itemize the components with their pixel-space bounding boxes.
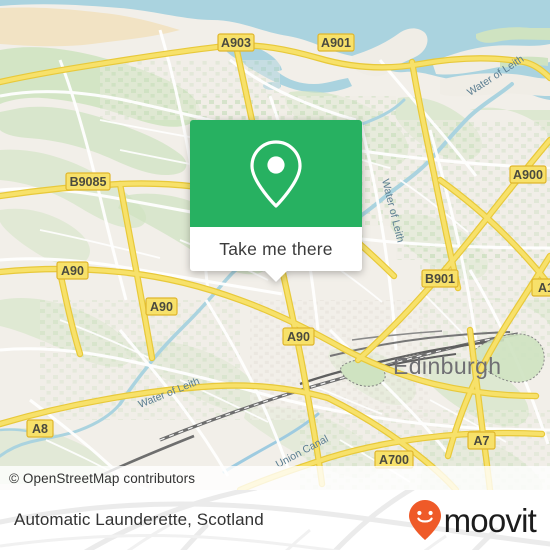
svg-text:A90: A90 — [287, 330, 310, 344]
road-shield: A903 — [217, 33, 255, 52]
popup-action-bar[interactable]: Take me there — [190, 227, 362, 282]
svg-text:A1: A1 — [538, 281, 550, 295]
attribution-text: © OpenStreetMap contributors — [9, 470, 196, 486]
road-shield: A90 — [145, 297, 178, 316]
place-caption: Automatic Launderette, Scotland — [14, 510, 264, 529]
road-shield: A900 — [509, 165, 547, 184]
popup-pointer — [265, 271, 287, 282]
road-shield: A7 — [467, 431, 496, 450]
popup-image-area — [190, 120, 362, 227]
svg-text:B9085: B9085 — [70, 175, 107, 189]
svg-text:A903: A903 — [221, 36, 251, 50]
map-popup-card[interactable]: Take me there — [190, 120, 362, 282]
moovit-wordmark: moovit — [443, 501, 537, 539]
footer-content: Automatic Launderette, Scotland moovit — [0, 490, 550, 550]
road-shield: A90 — [282, 327, 315, 346]
svg-text:A700: A700 — [379, 453, 409, 467]
svg-text:A901: A901 — [321, 36, 351, 50]
svg-text:A90: A90 — [61, 264, 84, 278]
moovit-logo[interactable]: moovit — [408, 499, 537, 541]
road-shield: A1 — [531, 278, 550, 297]
road-shield: B901 — [421, 269, 459, 288]
svg-text:A900: A900 — [513, 168, 543, 182]
svg-text:A8: A8 — [32, 422, 48, 436]
moovit-smiley-pin-icon — [408, 500, 441, 540]
road-shield: A8 — [26, 419, 54, 438]
map-attribution: © OpenStreetMap contributors — [0, 466, 550, 490]
road-shield: A90 — [56, 261, 89, 280]
svg-text:A90: A90 — [150, 300, 173, 314]
road-shield: A901 — [317, 33, 355, 52]
take-me-there-label: Take me there — [219, 238, 333, 259]
svg-text:A7: A7 — [474, 434, 490, 448]
road-shield: B9085 — [65, 172, 111, 191]
footer-bar: Automatic Launderette, Scotland moovit — [0, 490, 550, 550]
svg-text:B901: B901 — [425, 272, 455, 286]
city-label: Edinburgh — [393, 353, 501, 379]
map-pin-icon — [250, 139, 302, 208]
screenshot-root: Water of Leith Water of Leith Water of L… — [0, 0, 550, 550]
